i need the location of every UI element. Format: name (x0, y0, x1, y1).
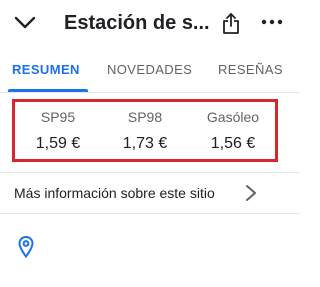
chevron-right-icon (246, 185, 256, 201)
tab-novedades[interactable]: NOVEDADES (107, 62, 192, 77)
fuel-type-label: Gasóleo (206, 109, 260, 125)
header-bar: Estación de s... (0, 0, 300, 46)
fuel-prices-panel: SP95 1,59 € SP98 1,73 € Gasóleo 1,56 € (12, 99, 278, 162)
fuel-price-value: 1,56 € (210, 135, 256, 152)
tab-bar: RESUMEN NOVEDADES RESEÑAS (0, 52, 300, 93)
chevron-down-icon (14, 16, 36, 29)
tab-resumen[interactable]: RESUMEN (12, 62, 80, 77)
active-tab-indicator (8, 89, 88, 92)
fuel-price-sp95: SP95 1,59 € (18, 108, 98, 154)
tab-resenas[interactable]: RESEÑAS (218, 62, 283, 77)
fuel-price-value: 1,59 € (35, 135, 81, 152)
fuel-price-value: 1,73 € (122, 135, 168, 152)
location-pin-icon (18, 236, 34, 258)
fuel-price-sp98: SP98 1,73 € (105, 108, 185, 154)
more-options-button[interactable] (258, 10, 286, 34)
more-info-row[interactable]: Más información sobre este sitio (0, 172, 300, 214)
more-info-label: Más información sobre este sitio (14, 185, 215, 201)
fuel-type-label: SP98 (127, 109, 163, 125)
share-button[interactable] (218, 8, 244, 38)
back-button[interactable] (12, 10, 38, 36)
more-horizontal-icon (261, 19, 283, 25)
page-title: Estación de s... (64, 12, 210, 34)
share-icon (223, 13, 239, 34)
fuel-price-gasoleo: Gasóleo 1,56 € (193, 108, 273, 154)
fuel-type-label: SP95 (40, 109, 76, 125)
